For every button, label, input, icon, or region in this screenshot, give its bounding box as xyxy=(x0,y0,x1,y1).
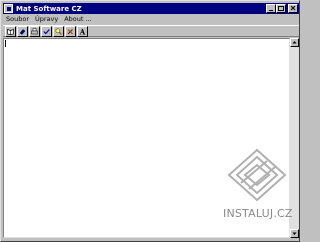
menu-about[interactable]: About ... xyxy=(61,15,94,23)
scroll-down-button[interactable] xyxy=(290,229,299,238)
toolbar: A xyxy=(3,25,299,37)
window-controls xyxy=(266,4,298,13)
print-icon xyxy=(31,27,38,34)
app-icon[interactable] xyxy=(4,4,13,13)
search-icon xyxy=(55,27,62,35)
print-button[interactable] xyxy=(29,25,40,37)
check-icon xyxy=(43,28,50,34)
menu-bar: Soubor Úpravy About ... xyxy=(3,14,299,24)
menu-soubor[interactable]: Soubor xyxy=(3,15,32,23)
search-button[interactable] xyxy=(53,25,64,37)
font-button[interactable]: A xyxy=(77,25,88,37)
minimize-button[interactable] xyxy=(266,4,276,13)
clear-button[interactable] xyxy=(17,25,28,37)
open-book-button[interactable] xyxy=(5,25,16,37)
close-icon xyxy=(290,5,296,11)
app-window: Mat Software CZ Soubor Úpravy About ... … xyxy=(0,0,300,242)
menu-upravy[interactable]: Úpravy xyxy=(32,15,61,23)
check-button[interactable] xyxy=(41,25,52,37)
arrow-up-icon xyxy=(292,41,297,44)
text-caret xyxy=(5,40,6,47)
tools-icon xyxy=(67,28,73,34)
title-bar[interactable]: Mat Software CZ xyxy=(3,3,299,14)
arrow-down-icon xyxy=(292,232,297,235)
window-title: Mat Software CZ xyxy=(16,4,82,13)
scroll-up-button[interactable] xyxy=(290,38,299,47)
watermark-text: INSTALUJ.CZ xyxy=(223,207,293,220)
tools-button[interactable] xyxy=(65,25,76,37)
font-icon: A xyxy=(79,28,86,35)
maximize-icon xyxy=(278,6,284,11)
eraser-icon xyxy=(19,28,26,35)
close-button[interactable] xyxy=(288,4,298,13)
svg-text:A: A xyxy=(79,28,86,35)
maximize-button[interactable] xyxy=(276,4,286,13)
minimize-icon xyxy=(269,10,273,11)
book-icon xyxy=(7,28,14,35)
